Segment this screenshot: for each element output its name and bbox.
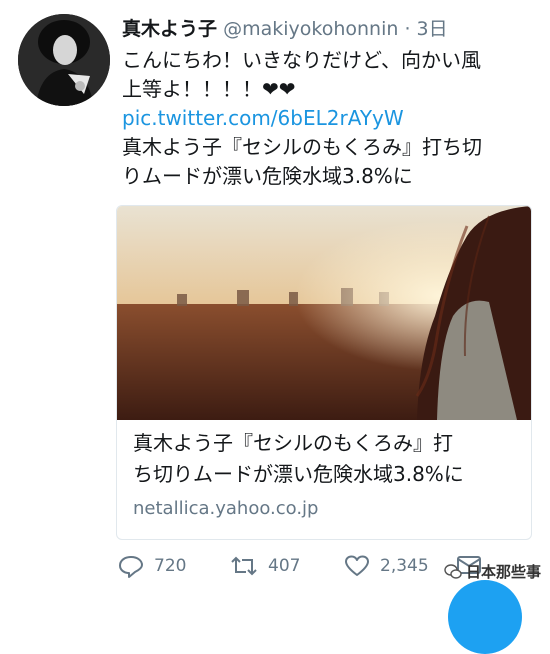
tweet-text-line: りムードが漂い危険水域3.8%に [122,164,413,188]
reply-count: 720 [154,556,187,576]
tweet-text: こんにちわ！いきなりだけど、向かい風 上等よ！！！！❤❤ pic.twitter… [122,46,532,191]
heart-icon [345,555,369,576]
display-name[interactable]: 真木よう子 [122,18,217,40]
link-card[interactable]: 真木よう子『セシルのもくろみ』打 ち切りムードが漂い危険水域3.8%に neta… [116,205,532,540]
wechat-icon [444,563,462,579]
tweet: 真木よう子 @makiyokohonnin · 3日 こんにちわ！いきなりだけど… [0,0,550,654]
tweet-text-line: こんにちわ！いきなりだけど、向かい風 [122,48,481,72]
timestamp[interactable]: 3日 [417,18,448,40]
reply-button[interactable]: 720 [118,554,186,578]
user-handle[interactable]: @makiyokohonnin [223,18,398,40]
card-image [117,206,531,420]
watermark: 日本那些事 [444,561,541,582]
separator: · [404,18,411,40]
card-domain: netallica.yahoo.co.jp [133,498,319,519]
watermark-text: 日本那些事 [466,563,542,581]
retweet-icon [231,556,257,576]
tweet-text-line: 上等よ！！！！❤❤ [122,77,296,101]
compose-fab[interactable] [448,580,522,654]
avatar[interactable] [18,14,110,106]
retweet-count: 407 [268,556,301,576]
card-title-line: ち切りムードが漂い危険水域3.8%に [133,462,464,486]
like-button[interactable]: 2,345 [344,554,429,578]
like-count: 2,345 [380,556,429,576]
reply-icon [119,556,143,578]
avatar-photo [18,14,110,106]
tweet-header: 真木よう子 @makiyokohonnin · 3日 [122,16,448,42]
tweet-text-line: 真木よう子『セシルのもくろみ』打ち切 [122,135,482,159]
card-title: 真木よう子『セシルのもくろみ』打 ち切りムードが漂い危険水域3.8%に [133,428,521,490]
media-link[interactable]: pic.twitter.com/6bEL2rAYyW [122,104,532,133]
retweet-button[interactable]: 407 [230,554,300,578]
card-title-line: 真木よう子『セシルのもくろみ』打 [133,431,453,455]
